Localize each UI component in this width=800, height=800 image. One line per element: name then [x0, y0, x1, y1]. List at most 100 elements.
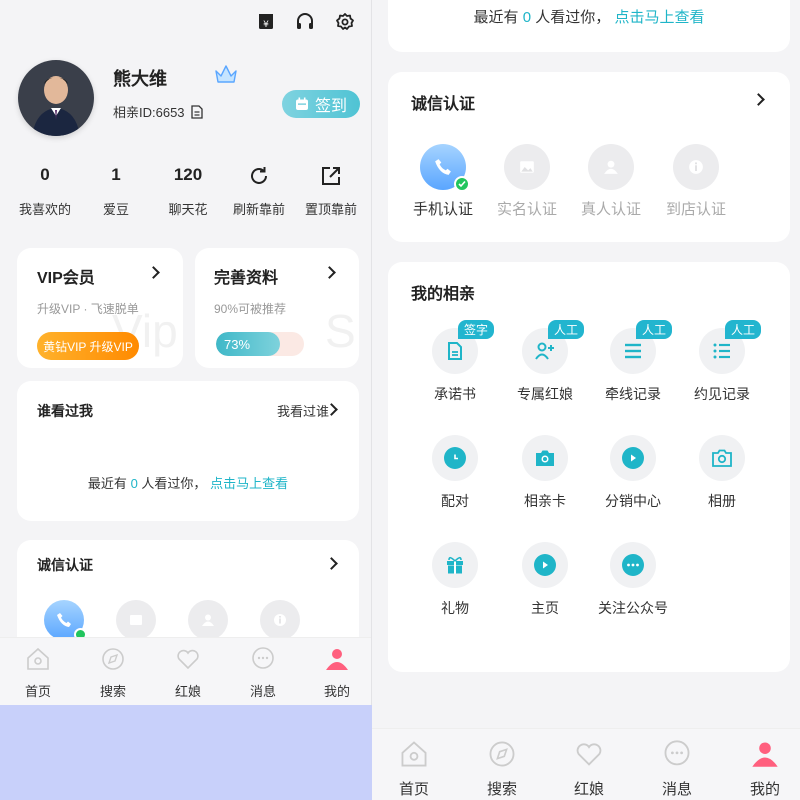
- grid-item-pledge[interactable]: 签字 承诺书: [410, 320, 500, 404]
- chevron-right-icon: [323, 266, 336, 279]
- item-tag: 签字: [458, 320, 495, 339]
- grid-item-matches-record[interactable]: 人工 牵线记录: [588, 320, 678, 404]
- stat-idols[interactable]: 1 爱豆: [81, 165, 151, 218]
- home-icon: [401, 741, 427, 767]
- more-icon: [627, 563, 639, 567]
- copy-icon[interactable]: [190, 104, 203, 119]
- settings-icon[interactable]: [335, 12, 355, 32]
- refresh-rank-button[interactable]: 刷新靠前: [224, 165, 294, 218]
- photo-camera-icon: [712, 449, 732, 467]
- share-out-icon: [322, 167, 340, 185]
- tab-label: 搜索: [486, 781, 517, 798]
- gift-icon: [447, 556, 463, 574]
- chevron-right-icon: [325, 557, 338, 570]
- my-dating-title: 我的相亲: [411, 286, 476, 303]
- chat-icon: [664, 740, 690, 766]
- item-label: 礼物: [441, 600, 469, 616]
- visitors-text-suffix: 人看过你，: [141, 476, 207, 491]
- grid-item-homepage[interactable]: 主页: [500, 542, 590, 618]
- info-icon: [274, 614, 286, 626]
- info-icon: [689, 160, 703, 174]
- visitors-card: 谁看过我 我看过谁 最近有 0 人看过你， 点击马上查看: [17, 381, 359, 521]
- i-viewed-link[interactable]: 我看过谁: [277, 401, 329, 420]
- camera-icon: [536, 450, 554, 466]
- item-label: 相亲卡: [524, 493, 566, 509]
- chevron-right-icon: [147, 266, 160, 279]
- profile-name: 熊大维: [113, 69, 167, 89]
- phone-verify-label[interactable]: 手机认证: [403, 198, 483, 219]
- profile-card-subtitle: 90%可被推荐: [214, 302, 287, 316]
- avatar-photo: [18, 60, 94, 136]
- stat-likes[interactable]: 0 我喜欢的: [10, 165, 80, 218]
- tab-me[interactable]: 我的: [735, 739, 795, 799]
- tab-me[interactable]: 我的: [307, 646, 367, 700]
- pin-top-button[interactable]: 置顶靠前: [296, 165, 366, 218]
- avatar[interactable]: [18, 60, 94, 136]
- store-verify-icon[interactable]: [673, 144, 719, 190]
- phone-verify-icon[interactable]: [44, 600, 87, 641]
- view-now-link[interactable]: 点击马上查看: [210, 476, 288, 491]
- upgrade-vip-button[interactable]: 黄钻VIP 升级VIP: [37, 332, 139, 360]
- tab-messages[interactable]: 消息: [647, 739, 707, 799]
- tab-label: 搜索: [99, 684, 126, 699]
- grid-item-gifts[interactable]: 礼物: [410, 542, 500, 618]
- grid-item-album[interactable]: 相册: [677, 435, 767, 511]
- tab-matchmaker[interactable]: 红娘: [158, 646, 218, 700]
- grid-item-matchmaker[interactable]: 人工 专属红娘: [500, 320, 590, 404]
- face-verify-icon[interactable]: [188, 600, 228, 640]
- stat-flowers[interactable]: 120 聊天花: [153, 165, 223, 218]
- face-verify-icon[interactable]: [588, 144, 634, 190]
- face-verify-label[interactable]: 真人认证: [571, 198, 651, 219]
- visitors-card-partial: 最近有 0 人看过你， 点击马上查看: [388, 0, 790, 52]
- grid-item-meetings-record[interactable]: 人工 约见记录: [677, 320, 767, 404]
- menu-icon: [625, 343, 641, 359]
- profile-progress-bar: 73%: [216, 332, 304, 356]
- store-verify-icon[interactable]: [260, 600, 300, 640]
- add-user-icon: [535, 342, 554, 360]
- visitors-title: 谁看过我: [37, 403, 93, 419]
- wallet-icon[interactable]: ¥: [256, 12, 276, 32]
- verification-title: 诚信认证: [411, 96, 476, 113]
- tab-label: 我的: [323, 684, 350, 699]
- item-label: 关注公众号: [598, 600, 668, 616]
- tab-bar: 首页 搜索 红娘 消息 我的: [372, 728, 800, 800]
- person-icon: [202, 614, 214, 626]
- grid-item-distribution[interactable]: 分销中心: [588, 435, 678, 511]
- id-verify-icon[interactable]: [504, 144, 550, 190]
- image-icon: [130, 615, 142, 625]
- tab-search[interactable]: 搜索: [472, 739, 532, 799]
- signin-button[interactable]: 签到: [282, 90, 360, 118]
- stat-label: 爱豆: [102, 202, 129, 217]
- phone-icon: [57, 613, 71, 627]
- view-now-link[interactable]: 点击马上查看: [614, 9, 704, 26]
- tab-home[interactable]: 首页: [8, 646, 68, 700]
- store-verify-label[interactable]: 到店认证: [656, 198, 736, 219]
- stat-value: 1: [111, 165, 121, 184]
- tab-messages[interactable]: 消息: [233, 646, 293, 700]
- visitors-count: 0: [130, 476, 138, 491]
- clock-icon: [454, 454, 458, 460]
- refresh-icon: [251, 167, 267, 184]
- check-icon: [454, 176, 470, 192]
- visitors-text-prefix: 最近有: [473, 9, 519, 26]
- item-label: 配对: [441, 493, 469, 509]
- id-verify-icon[interactable]: [116, 600, 156, 640]
- grid-item-pairing[interactable]: 配对: [410, 435, 500, 511]
- image-icon: [520, 161, 534, 173]
- tab-label: 消息: [661, 781, 692, 798]
- tab-home[interactable]: 首页: [384, 739, 444, 799]
- id-verify-label[interactable]: 实名认证: [487, 198, 567, 219]
- stat-label: 聊天花: [168, 202, 208, 217]
- item-label: 主页: [531, 600, 559, 616]
- phone-icon: [435, 159, 451, 175]
- item-label: 牵线记录: [605, 386, 661, 402]
- tab-search[interactable]: 搜索: [83, 646, 143, 700]
- phone-verify-icon[interactable]: [420, 144, 470, 192]
- headset-icon[interactable]: [295, 12, 315, 32]
- profile-progress-fill: 73%: [216, 332, 281, 356]
- chat-icon: [252, 647, 274, 669]
- item-label: 承诺书: [434, 386, 476, 402]
- grid-item-dating-card[interactable]: 相亲卡: [500, 435, 590, 511]
- tab-matchmaker[interactable]: 红娘: [559, 739, 619, 799]
- grid-item-follow-official[interactable]: 关注公众号: [588, 542, 678, 618]
